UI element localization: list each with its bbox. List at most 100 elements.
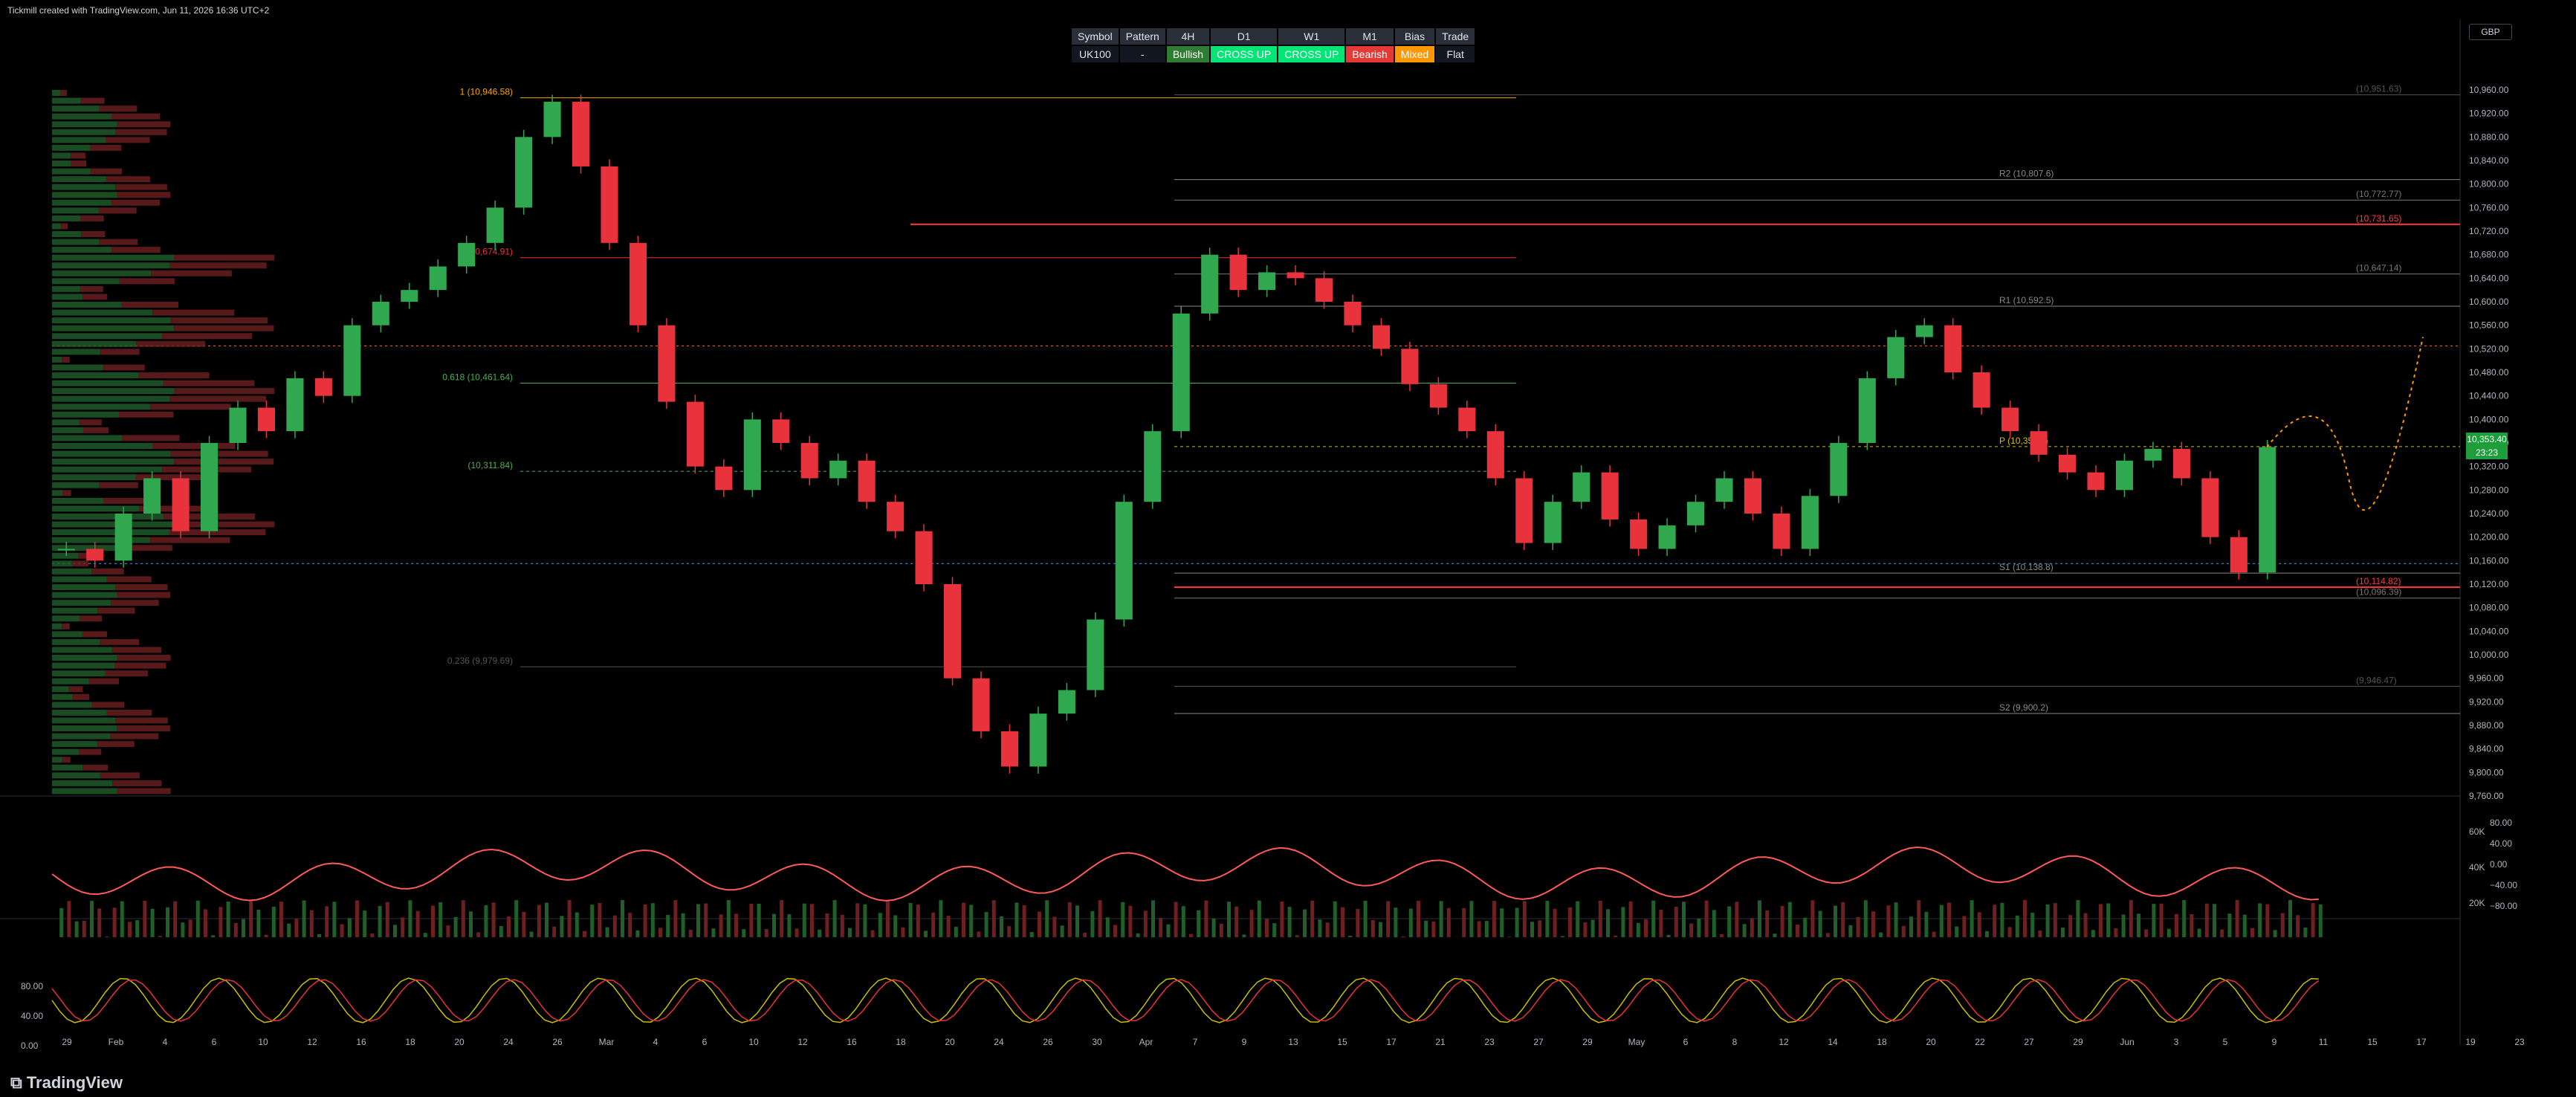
volume-bar [931,912,936,937]
x-tick-label: 12 [307,1037,317,1047]
volume-bar [1598,900,1602,937]
volume-profile-bar [62,623,70,630]
volume-bar [2000,902,2004,937]
volume-bar [2007,927,2012,937]
volume-bar [1128,905,1133,937]
volume-bar [355,900,359,937]
volume-bar [1265,919,1269,937]
volume-bar [545,902,548,937]
x-tick-label: 9 [2272,1037,2277,1047]
y-tick-label: 10,440.00 [2469,391,2509,401]
volume-bar [2280,913,2285,937]
volume-profile-bar [52,90,60,96]
candle-body [1944,325,1962,372]
volume-profile-bar [52,757,62,763]
x-tick-label: 24 [503,1037,514,1047]
x-tick-label: 17 [2416,1037,2427,1047]
volume-profile-bar [169,262,267,269]
price-chart[interactable]: 10,960.00 10,920.00 10,880.00 10,840.00 10,8… [0,19,2576,1064]
volume-profile-bar [52,702,92,708]
volume-bar [1682,902,1686,937]
tradingview-logo[interactable]: ⧉ TradingView [10,1073,123,1093]
level-label: R1 (10,592.5) [1999,295,2054,305]
candle-body [458,242,476,267]
volume-bar [1484,921,1489,937]
x-tick-label: 18 [405,1037,415,1047]
volume-profile-bar [117,121,171,128]
x-tick-label: 30 [1092,1037,1102,1047]
volume-profile-bar [52,302,122,308]
volume-profile-bar [52,427,83,433]
volume-bar [1909,916,1913,937]
volume-profile-bar [52,207,99,214]
volume-profile-bar [52,443,153,449]
volume-profile-bar [52,168,91,175]
volume-bar [810,904,814,937]
volume-profile-bar [52,294,82,300]
volume-bar [780,900,784,937]
volume-bar [757,903,761,937]
candle-body [86,548,104,561]
volume-bar [97,908,102,937]
candle-body [401,290,418,302]
volume-bar [832,900,837,937]
volume-profile-bar [82,764,109,771]
y-tick-label: 10,160.00 [2469,555,2509,566]
volume-bar [1765,910,1770,937]
volume-profile-bar [98,106,137,112]
x-tick-label: 26 [1043,1037,1053,1047]
volume-profile-bar [52,121,117,128]
volume-profile-bar [149,537,230,543]
candle-body [944,584,962,679]
volume-profile-bar [52,215,81,221]
volume-profile-bar [90,144,122,151]
level-label: 1 (10,946.58) [460,87,513,97]
volume-bar [67,901,71,937]
volume-profile-bar [52,615,80,622]
volume-bar [2061,928,2065,937]
volume-bar [1303,909,1307,937]
x-tick-label: 16 [847,1037,857,1047]
volume-profile-bar [52,497,104,504]
volume-bar [128,922,132,937]
volume-bar [537,905,541,937]
volume-bar [1515,907,1519,937]
volume-profile-bar [62,356,70,363]
volume-bar [1272,923,1277,937]
volume-profile-bar [121,302,178,308]
volume-bar [1408,908,1413,937]
volume-bar [795,928,799,937]
volume-bar [219,907,223,937]
level-label: (10,951.63) [2356,84,2401,94]
candle-body [543,101,561,137]
volume-bar [469,911,473,937]
volume-profile-bar [117,192,171,198]
volume-bar [1894,902,1898,937]
volume-profile-bar [117,655,171,661]
volume-bar [855,903,860,937]
stoch-d-line [51,979,2320,1022]
x-tick-label: 27 [2024,1037,2034,1047]
volume-bar [2250,928,2254,937]
volume-bar [1045,900,1049,937]
candle-body [1601,472,1619,520]
volume-bar [2038,931,2042,937]
x-tick-label: 5 [2223,1037,2228,1047]
volume-bar [1462,907,1466,937]
volume-profile-bar [52,748,80,755]
level-label: (10,731.65) [2356,213,2401,224]
candle-body [1201,254,1219,314]
volume-bar [484,905,488,937]
volume-bar [1522,901,1527,937]
x-tick-label: 20 [945,1037,955,1047]
volume-profile-bar [117,788,171,795]
volume-profile-bar [52,647,112,653]
x-tick-label: 18 [896,1037,906,1047]
volume-profile-bar [52,670,106,677]
volume-bar [271,906,276,937]
volume-bar [802,903,806,937]
volume-profile-bar [52,192,117,198]
volume-profile-bar [79,748,102,755]
volume-bar [120,901,124,937]
volume-profile-bar [52,199,111,206]
